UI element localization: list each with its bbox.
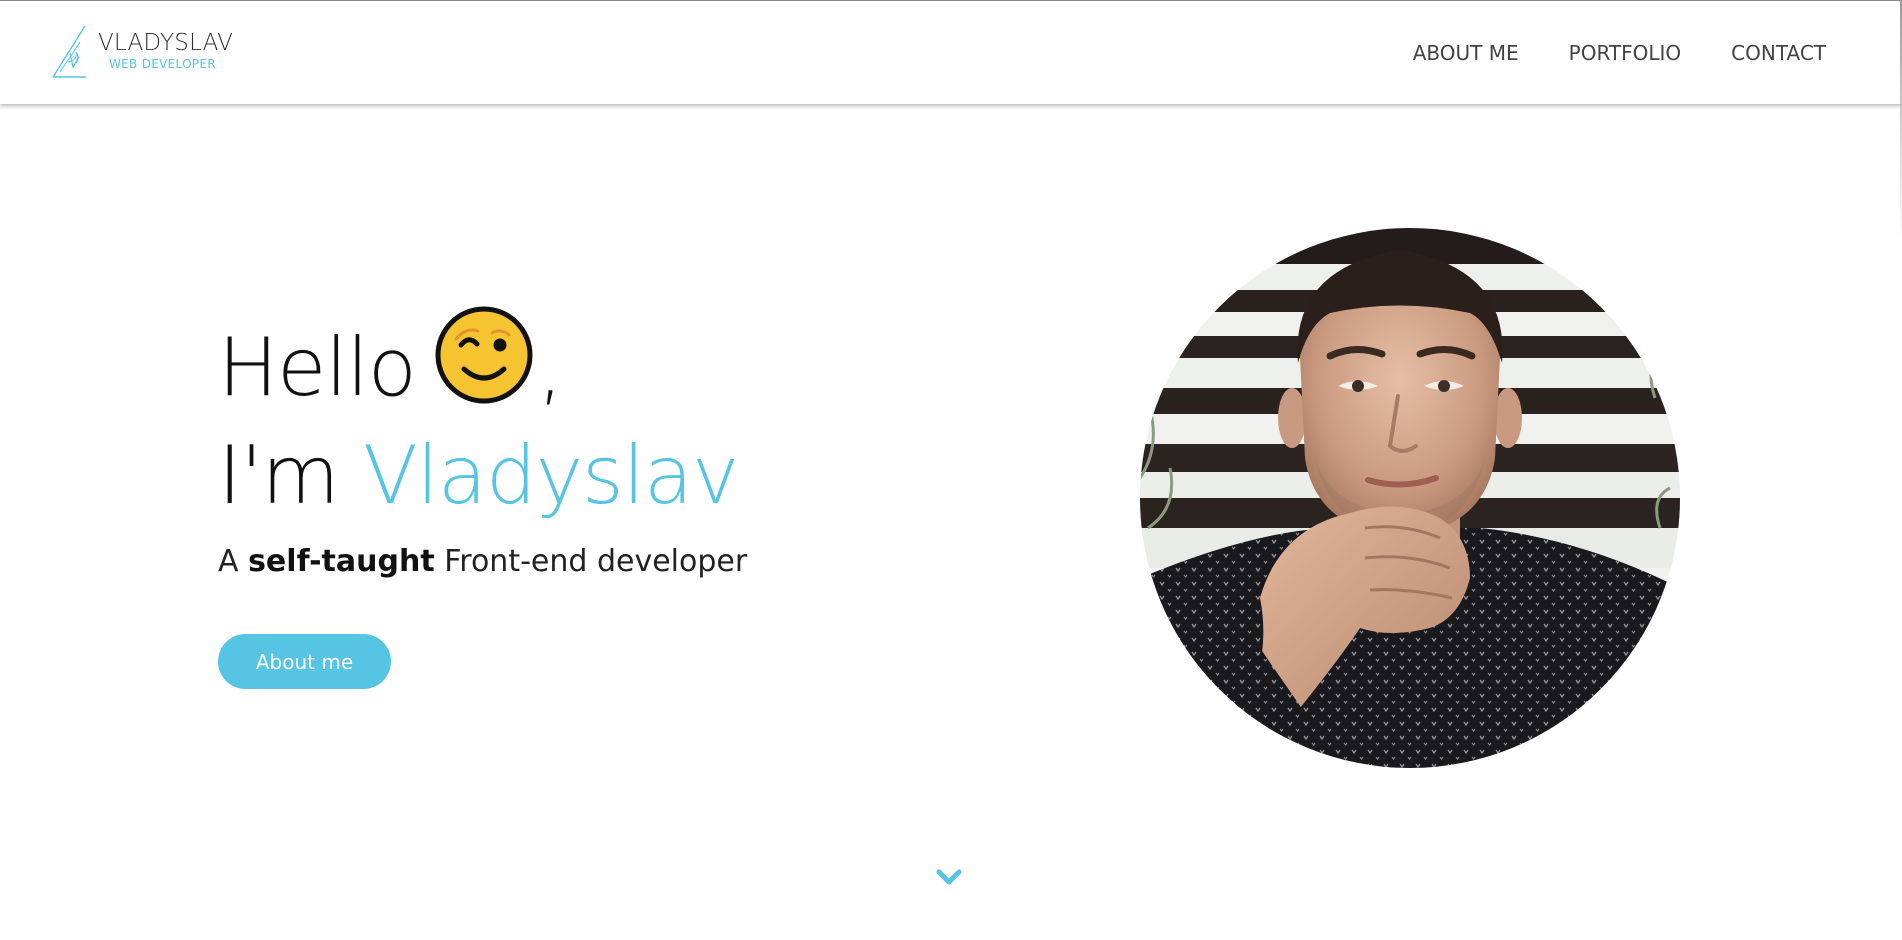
logo-icon xyxy=(52,25,86,78)
tagline-suffix: Front-end developer xyxy=(444,544,748,579)
tagline: A self-taught Front-end developer xyxy=(218,542,918,581)
nav-contact[interactable]: CONTACT xyxy=(1731,41,1826,65)
logo-name: VLADYSLAV xyxy=(98,30,234,56)
nav-about-me[interactable]: ABOUT ME xyxy=(1413,41,1519,65)
profile-photo xyxy=(1140,228,1680,768)
chevron-down-icon[interactable] xyxy=(934,865,964,889)
site-header: VLADYSLAV WEB DEVELOPER ABOUT ME PORTFOL… xyxy=(0,1,1902,104)
logo-subtitle: WEB DEVELOPER xyxy=(109,57,216,71)
tagline-prefix: A xyxy=(218,544,239,579)
greeting-text: Hello xyxy=(218,321,417,414)
name-heading: I'm Vladyslav xyxy=(218,422,918,530)
name-highlight: Vladyslav xyxy=(362,429,739,522)
profile-photo-image xyxy=(1140,228,1680,768)
intro-text: I'm xyxy=(218,429,340,522)
hello-heading: Hello , xyxy=(218,305,918,422)
winking-face-icon xyxy=(435,306,533,404)
logo-link[interactable]: VLADYSLAV WEB DEVELOPER xyxy=(52,21,234,79)
page: VLADYSLAV WEB DEVELOPER ABOUT ME PORTFOL… xyxy=(0,0,1902,940)
hero-text: Hello , I'm Vladyslav A self-taught Fron… xyxy=(218,305,918,581)
tagline-bold: self-taught xyxy=(248,544,435,579)
greeting-punctuation: , xyxy=(537,321,563,414)
main-nav: ABOUT ME PORTFOLIO CONTACT xyxy=(1413,41,1826,65)
nav-portfolio[interactable]: PORTFOLIO xyxy=(1569,41,1682,65)
about-me-button[interactable]: About me xyxy=(218,634,391,689)
